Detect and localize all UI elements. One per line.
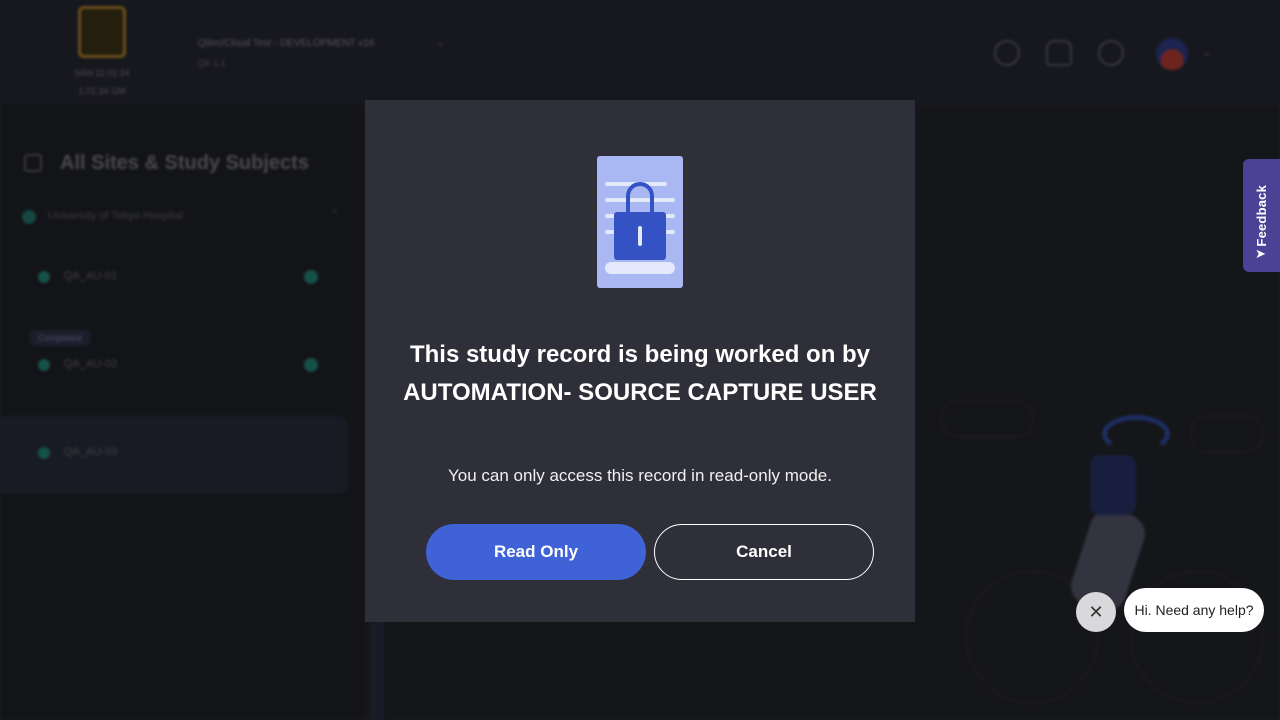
dialog-message: You can only access this record in read-… [448, 466, 832, 485]
close-icon[interactable]: ✕ [1076, 592, 1116, 632]
dialog-title: This study record is being worked on by … [403, 341, 877, 406]
document-lock-icon [597, 156, 683, 288]
record-locked-dialog: This study record is being worked on by … [365, 100, 915, 622]
chat-greeting-bubble[interactable]: Hi. Need any help? [1124, 588, 1264, 632]
cancel-button[interactable]: Cancel [654, 524, 874, 580]
feedback-tab[interactable]: Feedback ➤ [1243, 159, 1280, 272]
feedback-label: Feedback [1254, 184, 1269, 247]
send-arrow-icon: ➤ [1255, 246, 1266, 261]
read-only-button[interactable]: Read Only [426, 524, 646, 580]
